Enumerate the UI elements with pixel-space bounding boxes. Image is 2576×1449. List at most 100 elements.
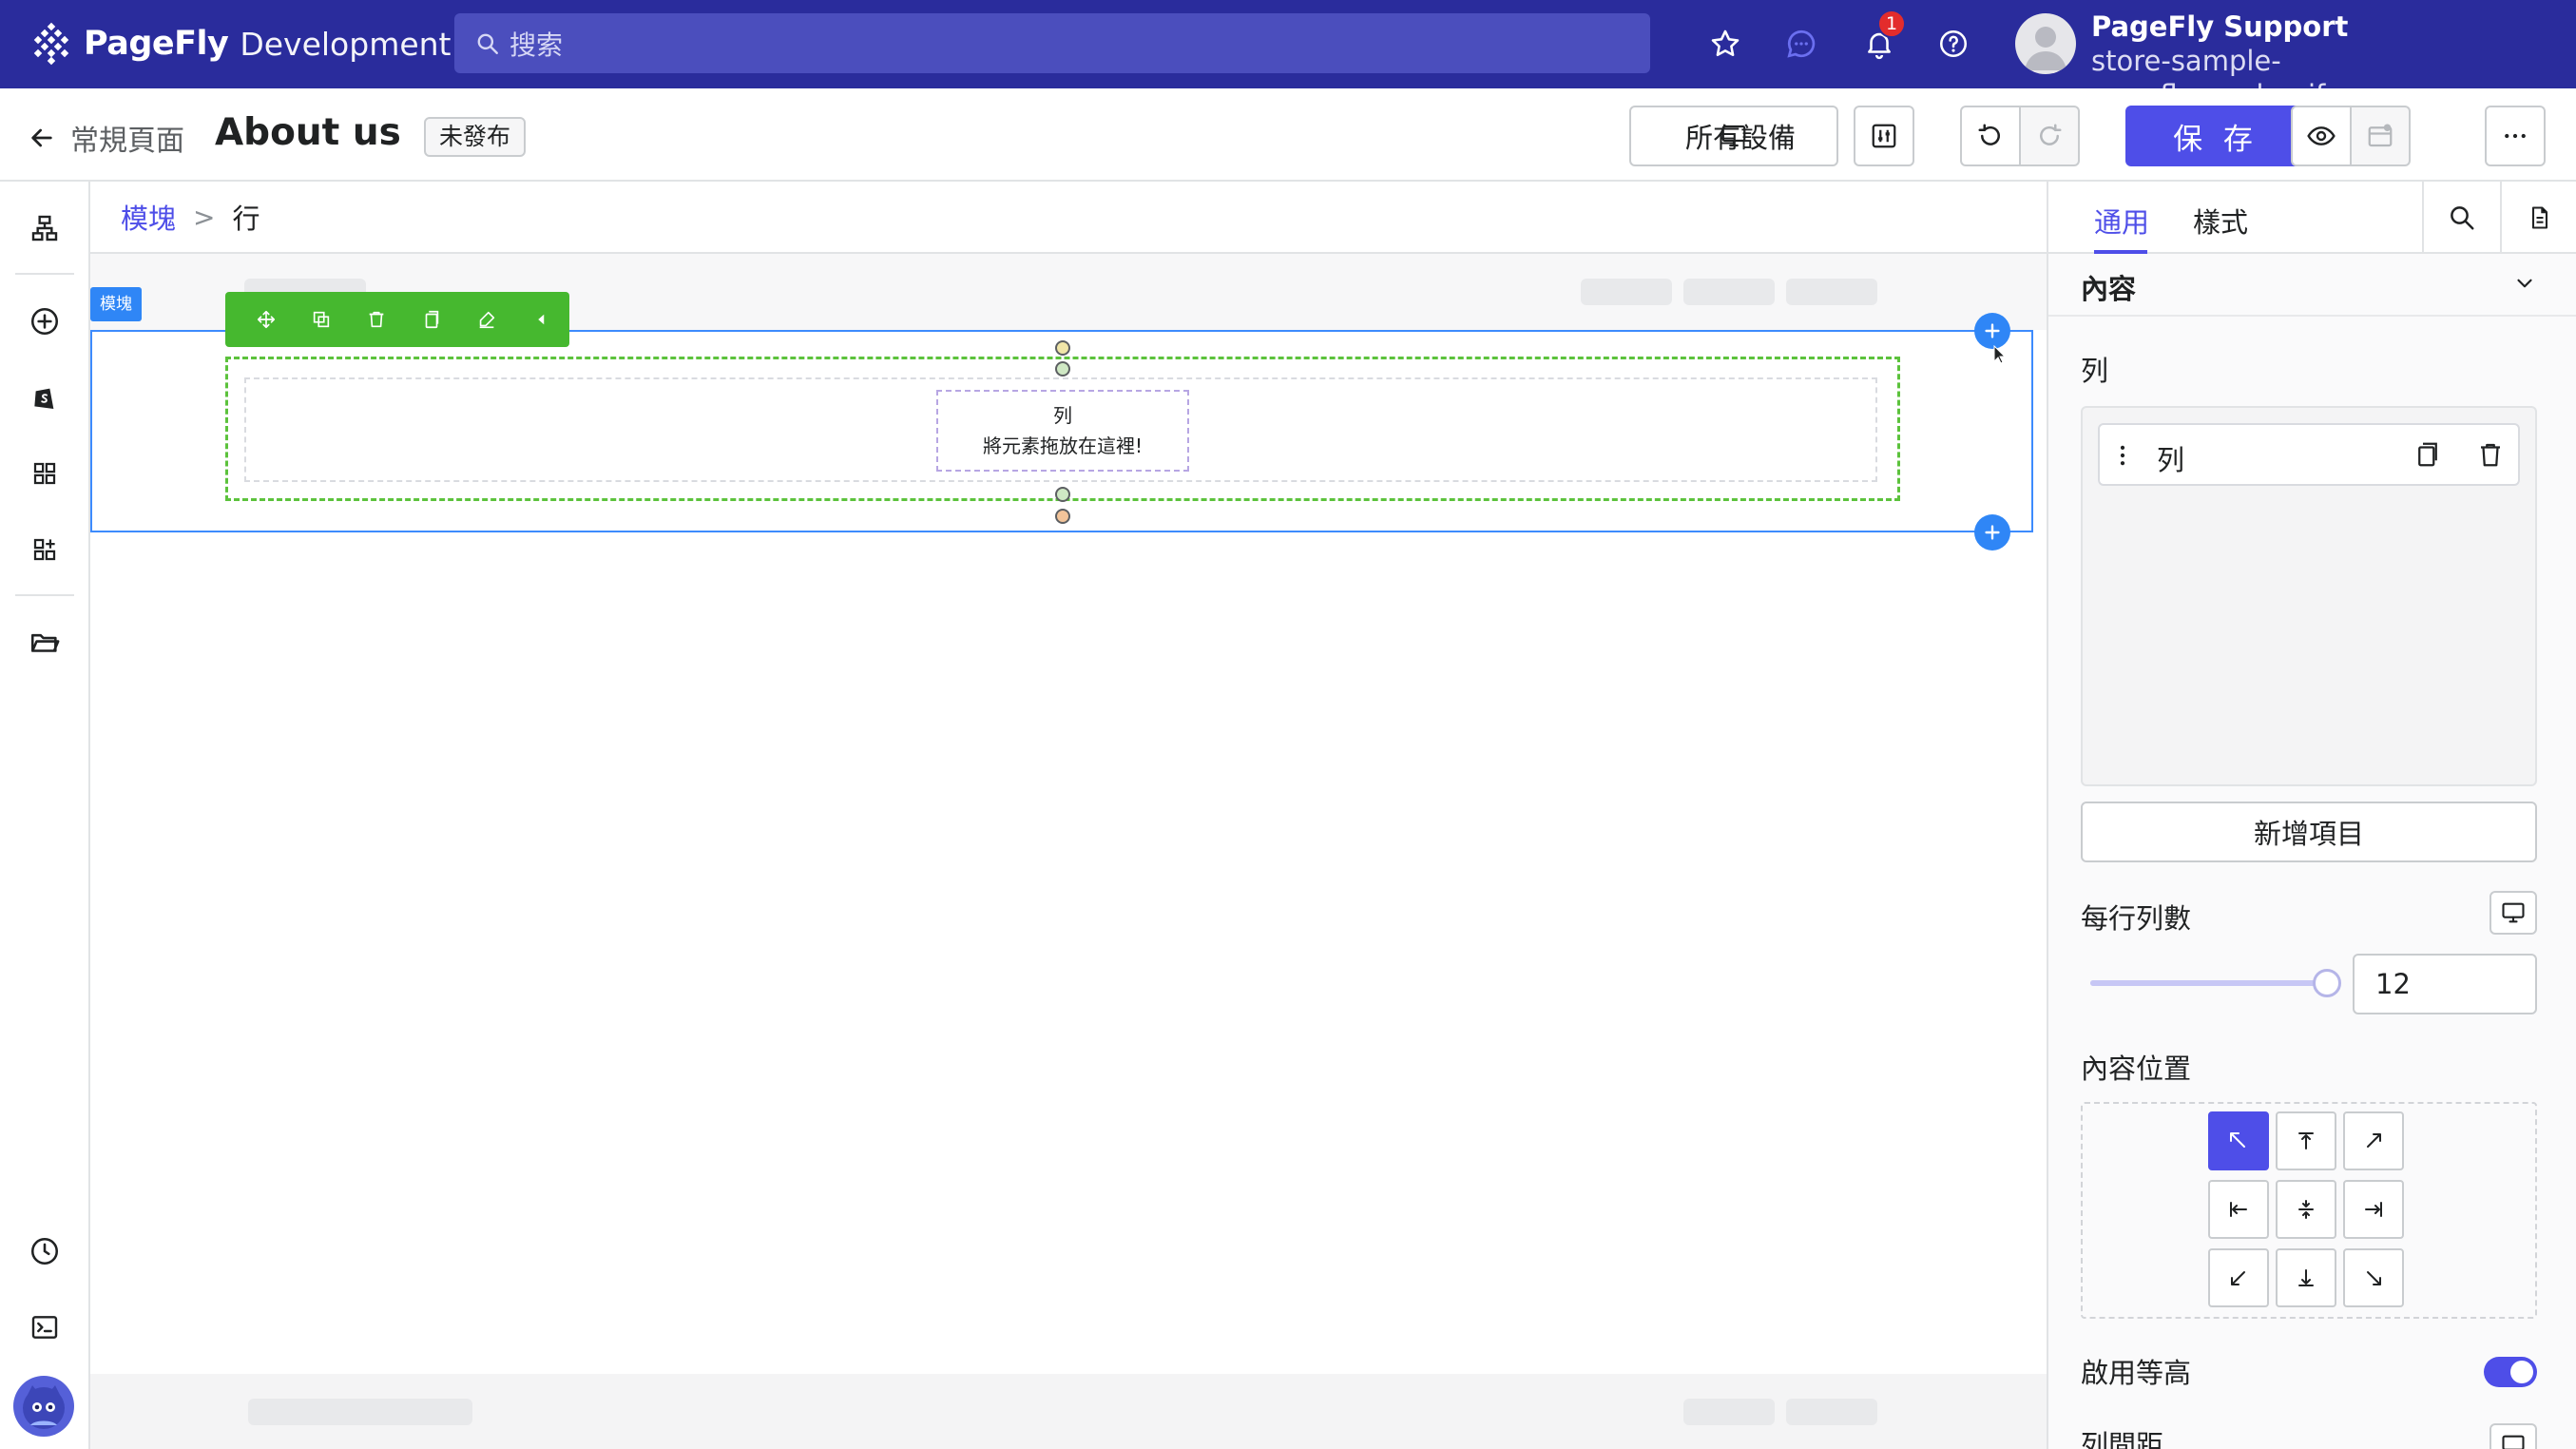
inspector-document-button[interactable] <box>2500 182 2576 254</box>
content-position-label: 內容位置 <box>2081 1053 2192 1085</box>
align-middle-left-icon[interactable] <box>2208 1180 2269 1239</box>
copy-icon[interactable] <box>2413 440 2442 469</box>
padding-handle[interactable] <box>1055 361 1070 377</box>
search-placeholder: 搜索 <box>509 29 564 61</box>
skeleton-bar <box>1786 279 1877 305</box>
favorites-star-icon[interactable] <box>1704 23 1746 65</box>
padding-handle[interactable] <box>1055 509 1070 524</box>
history-clock-icon[interactable] <box>25 1231 65 1271</box>
skeleton-bar <box>1786 1399 1877 1425</box>
tab-general[interactable]: 通用 <box>2094 201 2149 241</box>
collapse-left-icon[interactable] <box>514 292 569 347</box>
desktop-icon <box>2502 1435 2525 1449</box>
align-bottom-right-icon[interactable] <box>2343 1248 2404 1307</box>
columns-list: 列 <box>2081 406 2537 786</box>
drag-handle-icon[interactable] <box>2115 442 2130 469</box>
copy-icon[interactable] <box>404 292 459 347</box>
trash-icon[interactable] <box>2476 440 2505 469</box>
element-toolbar <box>225 292 569 347</box>
device-selector-button[interactable]: 所有設備 <box>1629 106 1838 166</box>
publish-button[interactable] <box>2350 106 2411 166</box>
equal-height-toggle[interactable] <box>2484 1357 2537 1387</box>
content-section-title[interactable]: 內容 <box>2081 267 2136 307</box>
left-sidebar <box>0 182 90 1449</box>
back-label: 常規頁面 <box>70 125 184 158</box>
brand-name: PageFly <box>84 25 229 63</box>
column-item-label: 列 <box>2157 444 2185 476</box>
align-bottom-left-icon[interactable] <box>2208 1248 2269 1307</box>
brand-suffix: Development <box>240 25 452 63</box>
sliders-icon <box>1872 124 1896 148</box>
breadcrumb-current: 行 <box>232 203 260 235</box>
duplicate-icon[interactable] <box>294 292 349 347</box>
gap-device-button[interactable] <box>2489 1423 2537 1449</box>
search-icon <box>477 33 498 54</box>
sections-grid-icon[interactable] <box>25 454 65 493</box>
add-element-icon[interactable] <box>25 301 65 341</box>
brand[interactable]: PageFly Development <box>29 21 452 67</box>
arrow-left-icon <box>31 128 52 147</box>
publish-icon <box>2368 124 2393 147</box>
align-bottom-center-icon[interactable] <box>2276 1248 2336 1307</box>
preview-button[interactable] <box>2291 106 2352 166</box>
chat-icon[interactable] <box>1780 23 1822 65</box>
skeleton-bar <box>1581 279 1672 305</box>
add-section-above-icon[interactable] <box>1974 313 2010 349</box>
editor-canvas[interactable]: 模塊 列 將元素拖放在這裡! <box>90 254 2047 1449</box>
padding-handle[interactable] <box>1055 340 1070 356</box>
code-terminal-icon[interactable] <box>25 1307 65 1347</box>
per-row-slider-fill <box>2090 980 2328 986</box>
align-top-left-icon[interactable] <box>2208 1111 2269 1170</box>
apps-add-icon[interactable] <box>25 530 65 570</box>
skeleton-bar <box>1683 279 1775 305</box>
list-item[interactable]: 列 <box>2098 423 2520 486</box>
toggle-knob <box>2510 1361 2533 1383</box>
inspector-search-button[interactable] <box>2422 182 2500 254</box>
top-nav-bar: PageFly Development 搜索 1 PageFly Support… <box>0 0 2576 111</box>
align-top-right-icon[interactable] <box>2343 1111 2404 1170</box>
move-icon[interactable] <box>239 292 294 347</box>
padding-handle[interactable] <box>1055 487 1070 502</box>
add-section-below-icon[interactable] <box>1974 514 2010 551</box>
style-brush-icon[interactable] <box>459 292 514 347</box>
ellipsis-icon <box>2505 133 2526 139</box>
align-center-icon[interactable] <box>2276 1180 2336 1239</box>
per-row-slider-thumb[interactable] <box>2313 969 2341 997</box>
document-icon <box>2531 206 2548 229</box>
redo-icon <box>2040 124 2062 145</box>
page-outline-icon[interactable] <box>25 208 65 248</box>
shopify-icon[interactable] <box>25 377 65 417</box>
pagefly-logo-icon <box>33 22 69 66</box>
editor-header: 常規頁面 About us 未發布 所有設備 保 存 <box>0 88 2576 182</box>
delete-icon[interactable] <box>349 292 404 347</box>
more-options-button[interactable] <box>2485 106 2546 166</box>
columns-label: 列 <box>2081 355 2109 387</box>
settings-sliders-button[interactable] <box>1854 106 1914 166</box>
undo-button[interactable] <box>1960 106 2021 166</box>
column-drop-zone[interactable]: 列 將元素拖放在這裡! <box>936 390 1189 472</box>
page-title: About us <box>215 111 401 154</box>
breadcrumb-parent[interactable]: 模塊 <box>121 197 176 237</box>
per-row-slider-track[interactable] <box>2090 980 2328 986</box>
content-position-grid <box>2081 1102 2537 1319</box>
global-search-input[interactable]: 搜索 <box>454 13 1650 73</box>
per-row-input[interactable]: 12 <box>2353 954 2537 1014</box>
responsive-device-button[interactable] <box>2489 891 2537 935</box>
add-item-button[interactable]: 新增項目 <box>2081 802 2537 862</box>
section-tag[interactable]: 模塊 <box>90 287 142 321</box>
tab-style[interactable]: 樣式 <box>2193 201 2248 241</box>
back-button[interactable]: 常規頁面 <box>27 117 184 159</box>
chevron-down-icon[interactable] <box>2512 271 2537 296</box>
search-icon <box>2451 206 2474 230</box>
folder-icon[interactable] <box>25 623 65 663</box>
align-middle-right-icon[interactable] <box>2343 1180 2404 1239</box>
user-avatar[interactable] <box>2015 13 2076 74</box>
mascot-avatar[interactable] <box>13 1376 74 1437</box>
redo-button[interactable] <box>2019 106 2080 166</box>
mouse-cursor-icon <box>1993 345 2007 364</box>
align-top-center-icon[interactable] <box>2276 1111 2336 1170</box>
save-button[interactable]: 保 存 <box>2125 106 2306 166</box>
equal-height-label: 啟用等高 <box>2081 1357 2192 1389</box>
help-icon[interactable] <box>1932 23 1974 65</box>
rail-divider <box>15 273 74 275</box>
